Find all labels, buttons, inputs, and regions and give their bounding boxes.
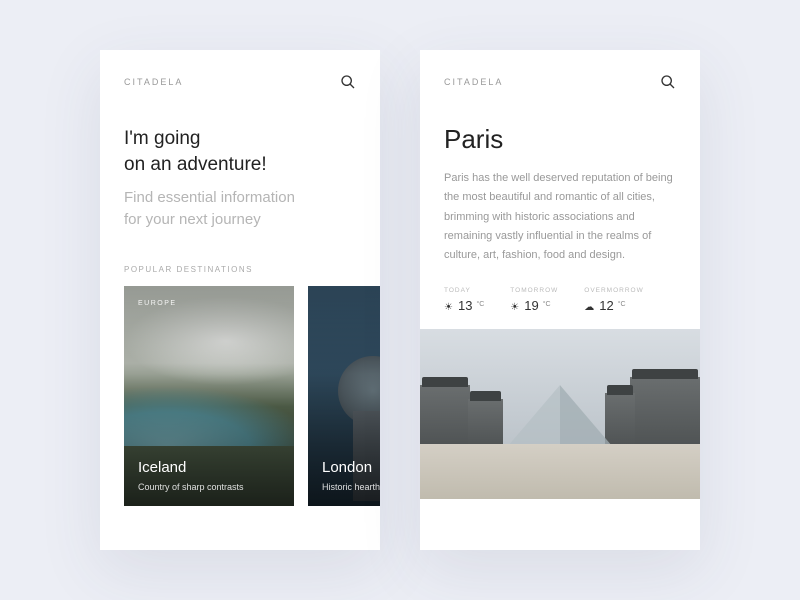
home-screen: CITADELA I'm going on an adventure! Find… — [100, 50, 380, 550]
destination-card-london[interactable]: UNITED KINGDOM London Historic hearth of — [308, 286, 380, 506]
hero: I'm going on an adventure! Find essentia… — [100, 106, 380, 231]
city-title: Paris — [420, 106, 700, 169]
hero-title: I'm going on an adventure! — [124, 126, 356, 177]
weather-tomorrow: TOMORROW ☀ 19 °C — [510, 287, 558, 313]
hero-subtitle: Find essential information for your next… — [124, 187, 356, 231]
sun-icon: ☀ — [444, 302, 453, 313]
weather-label: TODAY — [444, 287, 484, 294]
brand-logo: CITADELA — [444, 77, 503, 87]
city-hero-image — [420, 329, 700, 499]
weather-overmorrow: OVERMORROW ☁ 12 °C — [584, 287, 643, 313]
card-subtitle: Country of sharp contrasts — [138, 482, 244, 492]
weather-row: TODAY ☀ 13 °C TOMORROW ☀ 19 °C OVERMORRO… — [420, 265, 700, 329]
section-label: POPULAR DESTINATIONS — [100, 231, 380, 286]
city-description: Paris has the well deserved reputation o… — [420, 169, 700, 265]
weather-temp: 13 — [458, 298, 472, 313]
card-title: Iceland — [138, 459, 186, 476]
card-title: London — [322, 459, 372, 476]
weather-label: TOMORROW — [510, 287, 558, 294]
search-icon[interactable] — [660, 74, 676, 90]
weather-value: ☁ 12 °C — [584, 298, 643, 313]
weather-value: ☀ 13 °C — [444, 298, 484, 313]
weather-value: ☀ 19 °C — [510, 298, 558, 313]
sun-icon: ☀ — [510, 302, 519, 313]
header: CITADELA — [420, 50, 700, 106]
weather-today: TODAY ☀ 13 °C — [444, 287, 484, 313]
search-icon[interactable] — [340, 74, 356, 90]
weather-temp: 19 — [524, 298, 538, 313]
weather-temp: 12 — [599, 298, 613, 313]
brand-logo: CITADELA — [124, 77, 183, 87]
card-subtitle: Historic hearth of — [322, 482, 380, 492]
detail-screen: CITADELA Paris Paris has the well deserv… — [420, 50, 700, 550]
cloud-icon: ☁ — [584, 302, 594, 313]
card-region: EUROPE — [138, 300, 177, 307]
destination-cards[interactable]: EUROPE Iceland Country of sharp contrast… — [100, 286, 380, 506]
weather-label: OVERMORROW — [584, 287, 643, 294]
weather-unit: °C — [476, 301, 484, 308]
weather-unit: °C — [543, 301, 551, 308]
destination-card-iceland[interactable]: EUROPE Iceland Country of sharp contrast… — [124, 286, 294, 506]
weather-unit: °C — [618, 301, 626, 308]
header: CITADELA — [100, 50, 380, 106]
